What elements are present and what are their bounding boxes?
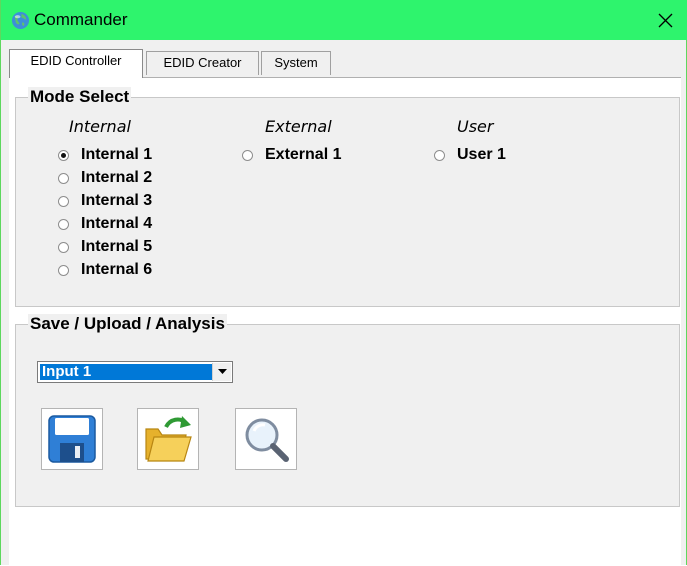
mode-select-group: Mode Select Internal External User Inter… <box>15 87 680 307</box>
floppy-disk-icon <box>48 415 96 463</box>
user-column-header: User <box>457 117 494 136</box>
radio-label: Internal 5 <box>81 238 153 255</box>
radio-internal-1[interactable]: Internal 1 <box>58 144 152 166</box>
title-bar[interactable]: Commander <box>1 0 687 40</box>
radio-button[interactable] <box>58 218 69 230</box>
radio-internal-6[interactable]: Internal 6 <box>58 259 152 281</box>
radio-button[interactable] <box>58 264 69 276</box>
analysis-button[interactable] <box>235 408 297 470</box>
radio-internal-5[interactable]: Internal 5 <box>58 236 152 258</box>
external-column-header: External <box>265 117 332 136</box>
tab-edid-controller[interactable]: EDID Controller <box>9 49 143 78</box>
mode-select-title: Mode Select <box>28 87 132 107</box>
radio-internal-3[interactable]: Internal 3 <box>58 190 152 212</box>
window-title: Commander <box>34 10 128 29</box>
radio-user-1[interactable]: User 1 <box>434 144 506 166</box>
radio-button[interactable] <box>58 149 69 161</box>
input-select[interactable]: Input 1 <box>37 361 233 383</box>
radio-label: Internal 3 <box>81 192 153 209</box>
upload-button[interactable] <box>137 408 199 470</box>
radio-external-1[interactable]: External 1 <box>242 144 366 166</box>
radio-button[interactable] <box>434 149 445 161</box>
radio-label: Internal 2 <box>81 169 153 186</box>
app-window: Commander EDID Controller EDID Creator S… <box>0 0 687 566</box>
tab-panel-edid-controller: Mode Select Internal External User Inter… <box>9 77 681 566</box>
radio-button[interactable] <box>58 195 69 207</box>
radio-button[interactable] <box>58 241 69 253</box>
internal-column-header: Internal <box>69 117 131 136</box>
radio-button[interactable] <box>242 149 253 161</box>
radio-internal-4[interactable]: Internal 4 <box>58 213 152 235</box>
save-upload-analysis-title: Save / Upload / Analysis <box>28 314 227 334</box>
save-button[interactable] <box>41 408 103 470</box>
radio-button[interactable] <box>58 172 69 184</box>
chevron-down-icon[interactable] <box>212 363 231 381</box>
close-icon <box>658 13 672 27</box>
radio-label: User 1 <box>457 146 506 163</box>
tab-edid-creator[interactable]: EDID Creator <box>146 51 259 75</box>
close-button[interactable] <box>642 0 687 40</box>
radio-label: Internal 1 <box>81 146 153 163</box>
radio-label: Internal 4 <box>81 215 153 232</box>
save-upload-analysis-group: Save / Upload / Analysis <box>15 314 680 507</box>
magnifier-icon <box>245 418 289 462</box>
chevron-down-glyph <box>217 369 227 374</box>
tab-system[interactable]: System <box>261 51 331 75</box>
radio-label: External 1 <box>265 146 342 163</box>
radio-label: Internal 6 <box>81 261 153 278</box>
input-select-value: Input 1 <box>40 364 212 380</box>
folder-upload-icon <box>145 416 192 462</box>
globe-icon <box>11 11 30 30</box>
radio-internal-2[interactable]: Internal 2 <box>58 167 152 189</box>
